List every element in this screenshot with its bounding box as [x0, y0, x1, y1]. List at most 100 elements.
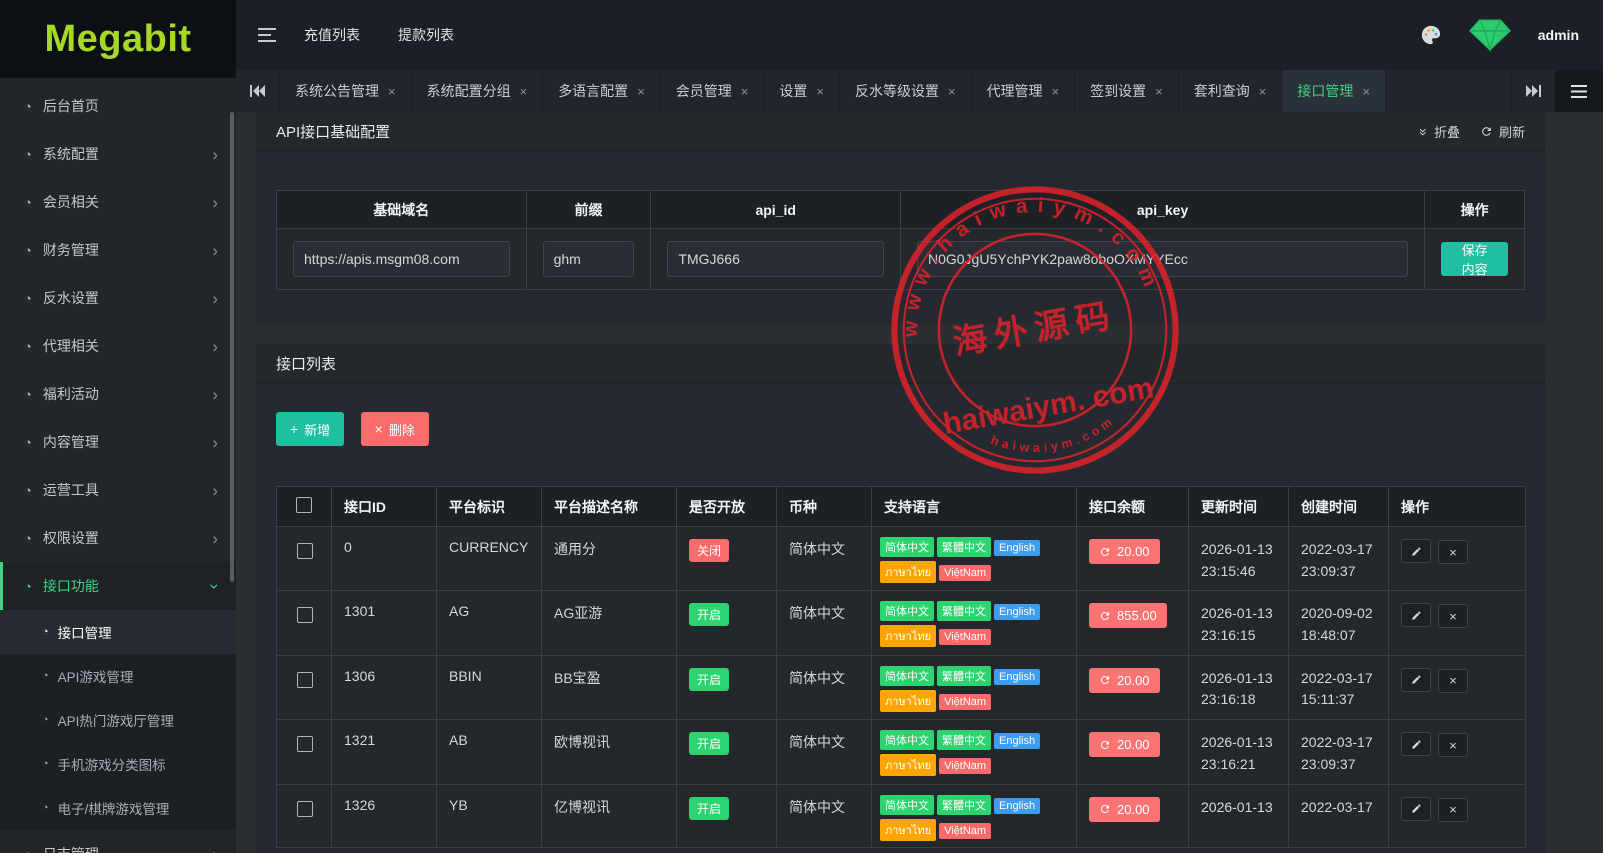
- sidebar-item[interactable]: ◔内容管理›: [0, 418, 236, 466]
- theme-palette-icon[interactable]: [1420, 24, 1442, 46]
- sidebar: ◔后台首页◔系统配置›◔会员相关›◔财务管理›◔反水设置›◔代理相关›◔福利活动…: [0, 78, 236, 853]
- balance-badge[interactable]: 20.00: [1089, 797, 1160, 822]
- tab-close-icon[interactable]: ×: [1362, 84, 1370, 99]
- chevron-icon: ›: [212, 338, 218, 355]
- sidebar-subitem[interactable]: ◔API游戏管理: [0, 654, 236, 698]
- tab[interactable]: 接口管理×: [1282, 70, 1386, 112]
- sidebar-item[interactable]: ◔财务管理›: [0, 226, 236, 274]
- edit-button[interactable]: [1401, 539, 1431, 563]
- tab-close-icon[interactable]: ×: [1155, 84, 1163, 99]
- sidebar-subitem[interactable]: ◔API热门游戏厅管理: [0, 698, 236, 742]
- list-column-header: 平台标识: [437, 487, 542, 527]
- row-checkbox[interactable]: [297, 736, 313, 752]
- row-checkbox[interactable]: [297, 543, 313, 559]
- tab[interactable]: 签到设置×: [1075, 70, 1179, 112]
- row-checkbox[interactable]: [297, 672, 313, 688]
- refresh-icon: [1099, 674, 1111, 686]
- sidebar-item[interactable]: ◔反水设置›: [0, 274, 236, 322]
- balance-badge[interactable]: 20.00: [1089, 539, 1160, 564]
- delete-row-button[interactable]: ×: [1438, 540, 1468, 564]
- edit-button[interactable]: [1401, 603, 1431, 627]
- sidebar-item[interactable]: ◔日志管理›: [0, 830, 236, 853]
- tab[interactable]: 会员管理×: [661, 70, 765, 112]
- edit-pencil-icon: [1411, 739, 1422, 750]
- sidebar-item[interactable]: ◔接口功能›: [0, 562, 236, 610]
- tab-close-icon[interactable]: ×: [1052, 84, 1060, 99]
- base-domain-input[interactable]: [293, 241, 510, 277]
- language-badge: ภาษาไทย: [880, 625, 936, 647]
- sidebar-item[interactable]: ◔运营工具›: [0, 466, 236, 514]
- cell-updated: 2026-01-1323:16:15: [1189, 591, 1289, 655]
- sidebar-subitem[interactable]: ◔手机游戏分类图标: [0, 742, 236, 786]
- delete-row-button[interactable]: ×: [1438, 669, 1468, 693]
- save-button[interactable]: 保存内容: [1441, 242, 1508, 276]
- tab[interactable]: 设置×: [764, 70, 840, 112]
- tab[interactable]: 套利查询 ×: [1179, 70, 1283, 112]
- circle-icon: ◔: [42, 802, 49, 814]
- row-checkbox[interactable]: [297, 607, 313, 623]
- refresh-button[interactable]: 刷新: [1480, 122, 1525, 141]
- row-checkbox[interactable]: [297, 801, 313, 817]
- tabs-scroll-left-button[interactable]: [236, 70, 280, 112]
- delete-button[interactable]: × 删除: [361, 412, 429, 446]
- tab-close-icon[interactable]: ×: [741, 84, 749, 99]
- language-badge: English: [994, 798, 1040, 814]
- tab-close-icon[interactable]: ×: [388, 84, 396, 99]
- tab-close-icon[interactable]: ×: [637, 84, 645, 99]
- topbar-menu-item[interactable]: 充值列表: [304, 25, 360, 45]
- tab-close-icon[interactable]: ×: [520, 84, 528, 99]
- main-content: API接口基础配置 » 折叠 刷新 基础域名前缀api_idapi_key操作: [236, 112, 1603, 853]
- sidebar-item[interactable]: ◔代理相关›: [0, 322, 236, 370]
- prefix-input[interactable]: [543, 241, 635, 277]
- sidebar-item[interactable]: ◔权限设置›: [0, 514, 236, 562]
- tab[interactable]: 代理管理×: [972, 70, 1076, 112]
- list-column-header: 创建时间: [1289, 487, 1389, 527]
- sidebar-item[interactable]: ◔福利活动›: [0, 370, 236, 418]
- sidebar-subitem[interactable]: ◔接口管理: [0, 610, 236, 654]
- collapse-button[interactable]: » 折叠: [1420, 122, 1460, 141]
- cell-created: 2020-09-0218:48:07: [1289, 591, 1389, 655]
- delete-row-button[interactable]: ×: [1438, 733, 1468, 757]
- tab-label: 系统配置分组: [427, 81, 511, 101]
- balance-badge[interactable]: 855.00: [1089, 603, 1167, 628]
- tab[interactable]: 多语言配置×: [543, 70, 661, 112]
- tabs-scroll-right-button[interactable]: [1511, 70, 1555, 112]
- diamond-icon[interactable]: [1468, 17, 1512, 53]
- open-status-badge: 关闭: [689, 539, 729, 562]
- tab-close-icon[interactable]: ×: [816, 84, 824, 99]
- tab[interactable]: 系统配置分组 ×: [412, 70, 544, 112]
- circle-icon: ◔: [24, 291, 32, 306]
- delete-row-button[interactable]: ×: [1438, 604, 1468, 628]
- username[interactable]: admin: [1538, 27, 1579, 43]
- tab[interactable]: 反水等级设置×: [840, 70, 972, 112]
- tab[interactable]: 系统公告管理×: [280, 70, 412, 112]
- api-key-input[interactable]: [917, 241, 1408, 277]
- api-config-body: 基础域名前缀api_idapi_key操作 保存内容: [256, 152, 1545, 324]
- sidebar-item[interactable]: ◔后台首页: [0, 82, 236, 130]
- sidebar-scrollbar[interactable]: [230, 112, 234, 582]
- tabs-menu-button[interactable]: [1555, 70, 1603, 112]
- select-all-checkbox[interactable]: [296, 497, 312, 513]
- sidebar-item[interactable]: ◔系统配置›: [0, 130, 236, 178]
- balance-badge[interactable]: 20.00: [1089, 668, 1160, 693]
- sidebar-subitem[interactable]: ◔电子/棋牌游戏管理: [0, 786, 236, 830]
- add-button[interactable]: + 新增: [276, 412, 344, 446]
- api-id-input[interactable]: [667, 241, 884, 277]
- interface-list-panel: 接口列表 + 新增 × 删除 接口ID平台: [256, 344, 1545, 853]
- edit-button[interactable]: [1401, 732, 1431, 756]
- topbar-menu-item[interactable]: 提款列表: [398, 25, 454, 45]
- tab-label: 套利查询: [1194, 81, 1250, 101]
- sidebar-item[interactable]: ◔会员相关›: [0, 178, 236, 226]
- tab-close-icon[interactable]: ×: [1259, 84, 1267, 99]
- logo[interactable]: Megabit: [0, 0, 236, 78]
- cell-currency: 简体中文: [777, 655, 872, 719]
- sidebar-item-label: 权限设置: [43, 528, 99, 548]
- edit-button[interactable]: [1401, 668, 1431, 692]
- delete-row-button[interactable]: ×: [1438, 798, 1468, 822]
- sidebar-subitem-label: API热门游戏厅管理: [58, 710, 174, 730]
- edit-button[interactable]: [1401, 797, 1431, 821]
- tab-close-icon[interactable]: ×: [948, 84, 956, 99]
- menu-fold-icon[interactable]: [258, 28, 276, 42]
- balance-badge[interactable]: 20.00: [1089, 732, 1160, 757]
- refresh-icon: [1480, 125, 1493, 138]
